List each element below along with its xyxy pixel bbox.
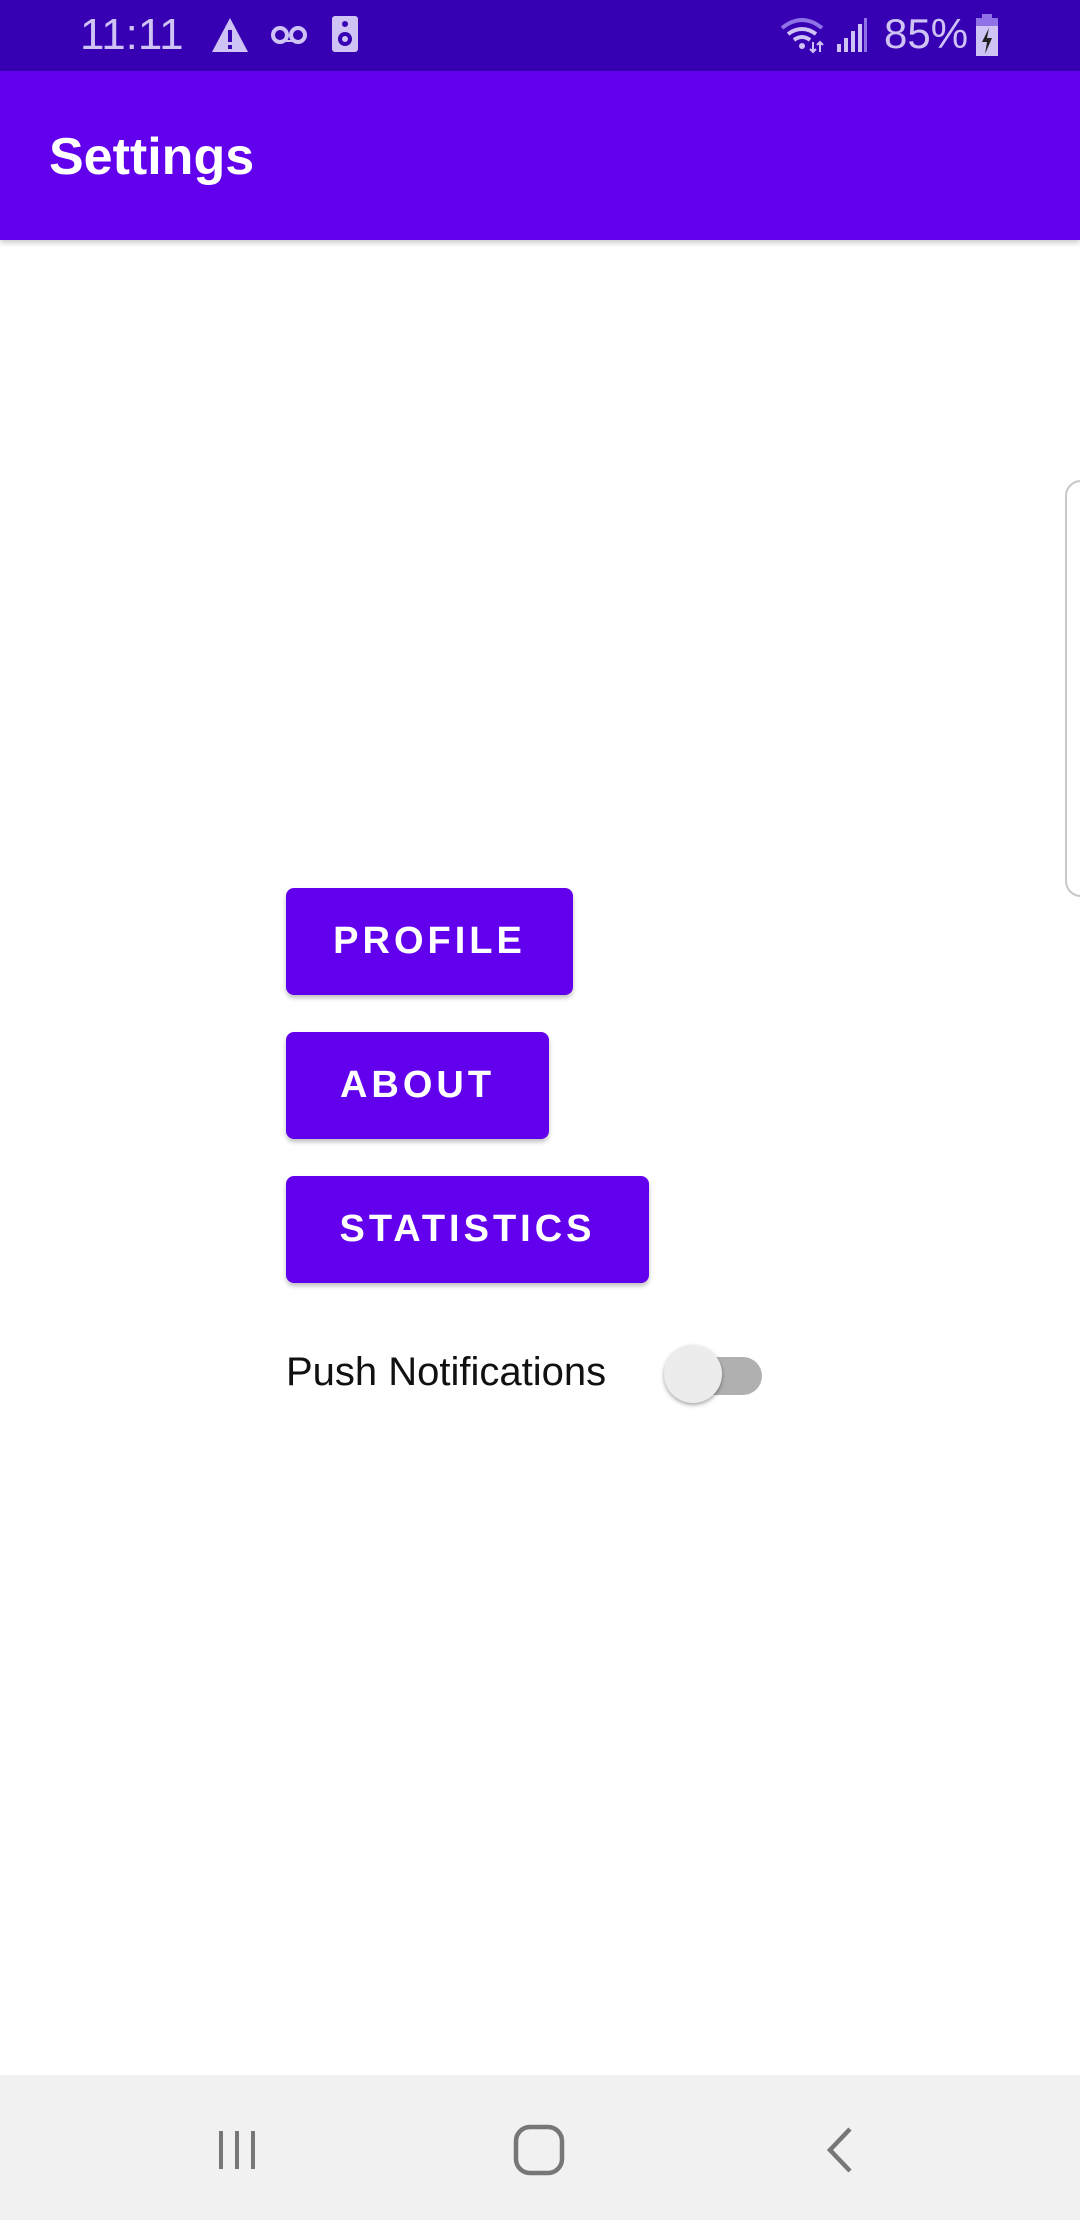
edge-panel-handle[interactable] bbox=[1065, 480, 1080, 897]
statistics-button[interactable]: STATISTICS bbox=[286, 1176, 649, 1283]
home-button[interactable] bbox=[494, 2105, 584, 2195]
battery-charging-icon bbox=[976, 14, 998, 56]
push-notifications-switch[interactable] bbox=[662, 1343, 762, 1407]
home-icon bbox=[513, 2124, 565, 2176]
recents-icon bbox=[219, 2131, 255, 2169]
status-bar: 11:11 85% bbox=[0, 0, 1080, 71]
about-button[interactable]: ABOUT bbox=[286, 1032, 549, 1139]
voicemail-icon bbox=[271, 26, 307, 44]
back-button[interactable] bbox=[796, 2105, 886, 2195]
profile-button[interactable]: PROFILE bbox=[286, 888, 573, 995]
signal-icon bbox=[837, 18, 867, 52]
wifi-icon bbox=[780, 18, 824, 54]
speaker-icon bbox=[332, 16, 358, 52]
warning-icon bbox=[212, 18, 248, 52]
page-title: Settings bbox=[49, 128, 255, 186]
app-bar: Settings bbox=[0, 71, 1080, 240]
navigation-bar bbox=[0, 2075, 1080, 2220]
recents-button[interactable] bbox=[192, 2105, 282, 2195]
push-notifications-label: Push Notifications bbox=[286, 1350, 607, 1394]
battery-percent: 85% bbox=[884, 10, 969, 57]
status-time: 11:11 bbox=[80, 10, 184, 59]
switch-thumb bbox=[664, 1345, 722, 1403]
back-icon bbox=[826, 2127, 852, 2173]
